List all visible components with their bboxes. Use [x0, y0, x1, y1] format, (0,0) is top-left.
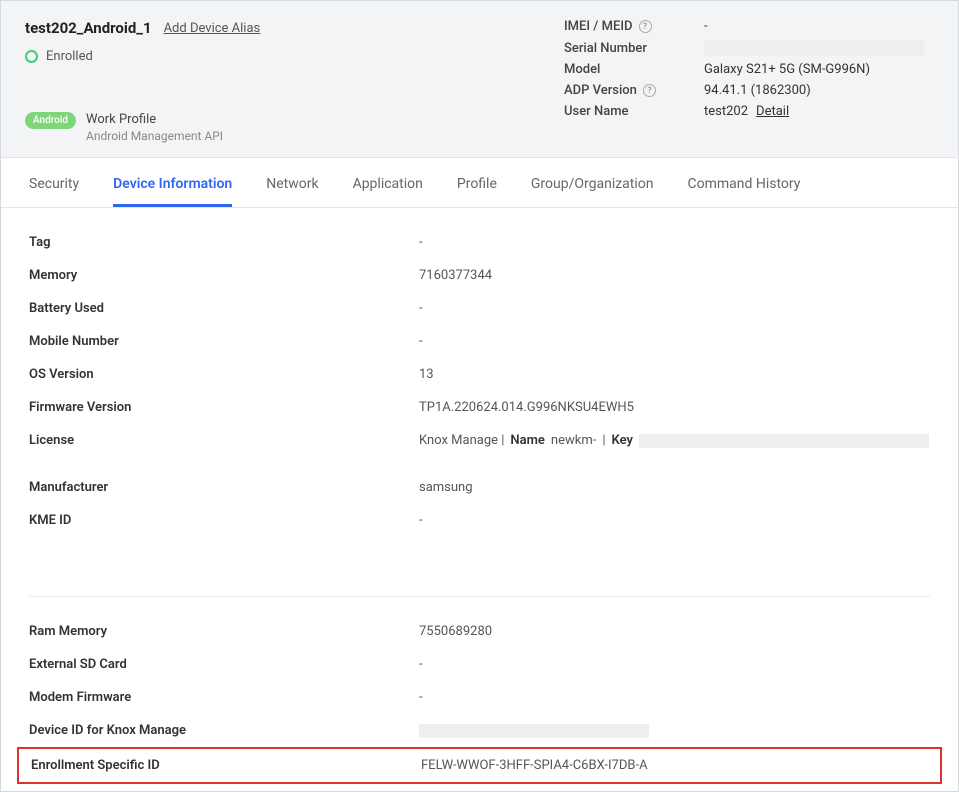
tab-command-history[interactable]: Command History: [688, 176, 801, 207]
title-row: test202_Android_1 Add Device Alias: [25, 19, 260, 37]
row-license: License Knox Manage | Name newkm- | Key: [29, 424, 930, 457]
row-enrollment-specific-id: Enrollment Specific ID FELW-WWOF-3HFF-SP…: [17, 747, 942, 784]
user-value: test202 Detail: [704, 104, 934, 119]
help-icon[interactable]: ?: [639, 20, 652, 33]
header-right: IMEI / MEID ? - Serial Number Model Gala…: [564, 19, 934, 143]
status-text: Enrolled: [46, 49, 93, 64]
tab-device-information[interactable]: Device Information: [113, 176, 232, 207]
row-mobile-number: Mobile Number-: [29, 325, 930, 358]
prop-serial: Serial Number: [564, 40, 934, 56]
enrollment-status: Enrolled: [25, 49, 260, 64]
row-ram-memory: Ram Memory7550689280: [29, 615, 930, 648]
tab-profile[interactable]: Profile: [457, 176, 497, 207]
row-firmware: Firmware VersionTP1A.220624.014.G996NKSU…: [29, 391, 930, 424]
profile-main: Work Profile: [86, 112, 223, 127]
tab-security[interactable]: Security: [29, 176, 79, 207]
help-icon[interactable]: ?: [643, 84, 656, 97]
adp-label: ADP Version ?: [564, 83, 704, 98]
tab-application[interactable]: Application: [353, 176, 423, 207]
masked-device-id: [419, 724, 649, 738]
prop-imei: IMEI / MEID ? -: [564, 19, 934, 34]
tab-network[interactable]: Network: [266, 176, 318, 207]
imei-value: -: [704, 19, 934, 34]
row-memory: Memory7160377344: [29, 259, 930, 292]
row-kme-id: KME ID-: [29, 504, 930, 537]
license-value: Knox Manage | Name newkm- | Key: [419, 433, 930, 448]
prop-model: Model Galaxy S21+ 5G (SM-G996N): [564, 62, 934, 77]
row-manufacturer: Manufacturersamsung: [29, 471, 930, 504]
user-label: User Name: [564, 104, 704, 119]
profile-sub: Android Management API: [86, 129, 223, 143]
header-left: test202_Android_1 Add Device Alias Enrol…: [25, 19, 260, 143]
tab-group-organization[interactable]: Group/Organization: [531, 176, 654, 207]
model-label: Model: [564, 62, 704, 77]
serial-label: Serial Number: [564, 41, 704, 56]
row-battery: Battery Used-: [29, 292, 930, 325]
add-alias-link[interactable]: Add Device Alias: [164, 21, 261, 36]
profile-block: Android Work Profile Android Management …: [25, 112, 260, 143]
device-info-section-2: Ram Memory7550689280 External SD Card- M…: [1, 597, 958, 784]
adp-value: 94.41.1 (1862300): [704, 83, 934, 98]
device-header: test202_Android_1 Add Device Alias Enrol…: [1, 1, 958, 158]
masked-license-key: [639, 434, 929, 448]
imei-label: IMEI / MEID ?: [564, 19, 704, 34]
row-external-sd: External SD Card-: [29, 648, 930, 681]
row-modem-firmware: Modem Firmware-: [29, 681, 930, 714]
profile-texts: Work Profile Android Management API: [86, 112, 223, 143]
section-divider: [29, 537, 930, 597]
status-circle-icon: [25, 50, 38, 63]
model-value: Galaxy S21+ 5G (SM-G996N): [704, 62, 934, 77]
user-detail-link[interactable]: Detail: [756, 104, 789, 119]
device-title: test202_Android_1: [25, 19, 152, 37]
masked-serial: [704, 40, 924, 56]
prop-adp: ADP Version ? 94.41.1 (1862300): [564, 83, 934, 98]
tab-bar: Security Device Information Network Appl…: [1, 158, 958, 208]
serial-value: [704, 40, 934, 56]
row-device-id-knox: Device ID for Knox Manage: [29, 714, 930, 747]
row-tag: Tag-: [29, 226, 930, 259]
device-info-section: Tag- Memory7160377344 Battery Used- Mobi…: [1, 208, 958, 537]
row-os-version: OS Version13: [29, 358, 930, 391]
android-badge: Android: [25, 112, 76, 129]
prop-user: User Name test202 Detail: [564, 104, 934, 119]
